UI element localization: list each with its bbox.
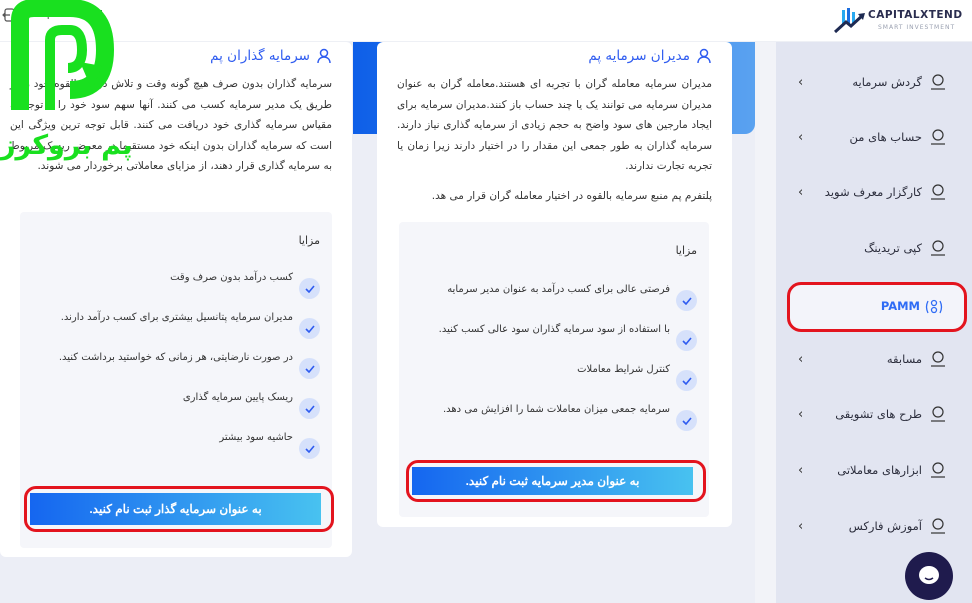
feature-item: فرصتی عالی برای کسب درآمد به عنوان مدیر … [447, 284, 697, 311]
feature-item: حاشیه سود بیشتر [219, 432, 320, 459]
feature-item: با استفاده از سود سرمایه گذاران سود عالی… [439, 324, 697, 351]
check-icon [299, 278, 320, 299]
feature-text: حاشیه سود بیشتر [219, 432, 293, 443]
sidebar-item[interactable]: کپی تریدینگ [776, 228, 972, 268]
feature-item: ریسک پایین سرمایه گذاری [183, 392, 320, 419]
sidebar-item[interactable]: طرح های تشویقی ‹ [776, 394, 972, 434]
feature-item: کنترل شرایط معاملات [577, 364, 697, 391]
check-icon [299, 438, 320, 459]
chevron-left-icon: ‹ [798, 184, 804, 200]
sidebar-item-label: ابزارهای معاملاتی [837, 463, 922, 477]
feature-text: با استفاده از سود سرمایه گذاران سود عالی… [438, 324, 670, 335]
sidebar-item-label: کپی تریدینگ [864, 241, 922, 255]
sidebar-item-label: طرح های تشویقی [835, 407, 922, 421]
investors-title: سرمایه گذاران پم [210, 48, 310, 64]
sidebar-item[interactable]: گردش سرمایه ‹ [776, 62, 972, 102]
sidebar-item-label: حساب های من [849, 130, 923, 144]
sidebar-item-label: آموزش فارکس [848, 519, 922, 533]
feature-item: سرمایه جمعی میزان معاملات شما را افزایش … [443, 404, 697, 431]
feature-item: در صورت نارضایتی، هر زمانی که خواستید بر… [59, 352, 320, 379]
network-icon [931, 240, 945, 256]
feature-item: مدیران سرمایه پتانسیل بیشتری برای کسب در… [61, 312, 320, 339]
brand-logo[interactable]: CAPITALXTEND SMART INVESTMENT [833, 6, 964, 36]
register-investor-button[interactable]: به عنوان سرمایه گذار ثبت نام کنید. [30, 493, 321, 525]
chat-button[interactable] [905, 552, 953, 600]
watermark-logo: پم بروکرز [0, 0, 132, 170]
trophy-icon [931, 351, 945, 367]
sidebar-item-label: مسابقه [886, 352, 922, 366]
user-icon [697, 48, 711, 64]
chevron-left-icon: ‹ [798, 406, 804, 422]
check-icon [299, 358, 320, 379]
user-accounts-icon [931, 129, 945, 145]
sidebar-item[interactable]: آموزش فارکس ‹ [776, 506, 972, 546]
feature-text: سرمایه جمعی میزان معاملات شما را افزایش … [442, 404, 670, 415]
register-manager-highlight: به عنوان مدیر سرمایه ثبت نام کنید. [406, 460, 706, 502]
sidebar-item[interactable]: مسابقه ‹ [776, 339, 972, 379]
check-icon [676, 290, 697, 311]
chevron-left-icon: ‹ [798, 518, 804, 534]
managers-card: مدیران سرمایه پم مدیران سرمایه معامله گر… [377, 42, 732, 527]
logo-chart-icon [833, 8, 865, 34]
group-icon [931, 184, 945, 200]
register-investor-highlight: به عنوان سرمایه گذار ثبت نام کنید. [24, 486, 334, 532]
feature-text: مدیران سرمایه پتانسیل بیشتری برای کسب در… [60, 312, 293, 323]
managers-title: مدیران سرمایه پم [588, 48, 690, 64]
money-hand-icon [931, 74, 945, 90]
managers-description-2: پلتفرم پم منبع سرمایه بالقوه در اختیار م… [431, 190, 712, 202]
chevron-left-icon: ‹ [798, 129, 804, 145]
content-edge [755, 42, 776, 603]
user-icon [317, 48, 331, 64]
chat-bubble-icon [919, 566, 939, 584]
check-icon [676, 330, 697, 351]
check-icon [299, 318, 320, 339]
features-heading: مزایا [675, 244, 697, 257]
sidebar-item-label: کارگزار معرف شوید [824, 185, 922, 199]
feature-text: فرصتی عالی برای کسب درآمد به عنوان مدیر … [447, 284, 670, 295]
check-icon [676, 370, 697, 391]
sidebar-item-label: گردش سرمایه [852, 75, 922, 89]
watermark-text: پم بروکرز [0, 130, 133, 161]
chevron-left-icon: ‹ [798, 74, 804, 90]
sidebar-item-pamm[interactable]: PAMM [787, 282, 967, 332]
sidebar-item[interactable]: ابزارهای معاملاتی ‹ [776, 450, 972, 490]
features-heading: مزایا [298, 234, 320, 247]
top-header: ۲۰ CAPITALXTEND SMART INVESTMENT [0, 0, 972, 42]
feature-text: در صورت نارضایتی، هر زمانی که خواستید بر… [58, 352, 293, 363]
discount-badge-icon [931, 406, 945, 422]
education-icon [931, 518, 945, 534]
pamm-icon [925, 299, 943, 314]
feature-text: کسب درآمد بدون صرف وقت [170, 272, 293, 283]
tools-icon [931, 462, 945, 478]
feature-text: ریسک پایین سرمایه گذاری [182, 392, 293, 403]
register-manager-button[interactable]: به عنوان مدیر سرمایه ثبت نام کنید. [412, 467, 693, 495]
sidebar-item-label: PAMM [880, 299, 920, 313]
check-icon [299, 398, 320, 419]
check-icon [676, 410, 697, 431]
sidebar-item[interactable]: حساب های من ‹ [776, 117, 972, 157]
chevron-left-icon: ‹ [798, 351, 804, 367]
sidebar-item[interactable]: کارگزار معرف شوید ‹ [776, 172, 972, 212]
feature-text: کنترل شرایط معاملات [577, 364, 670, 375]
feature-item: کسب درآمد بدون صرف وقت [170, 272, 320, 299]
managers-description: مدیران سرمایه معامله گران با تجربه ای هس… [397, 78, 712, 172]
chevron-left-icon: ‹ [798, 462, 804, 478]
